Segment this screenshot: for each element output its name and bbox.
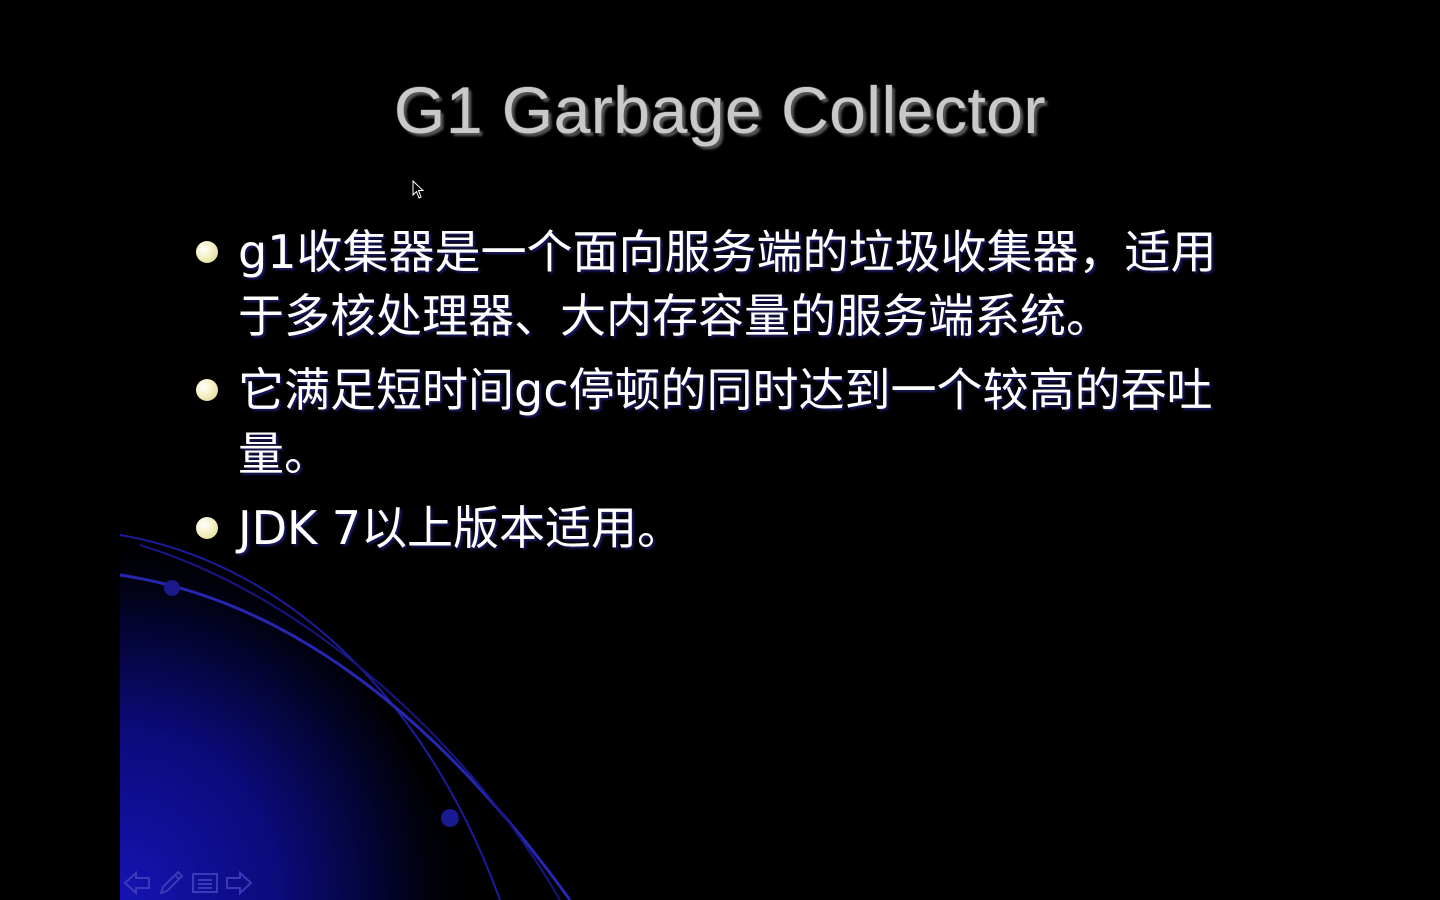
mouse-cursor-icon xyxy=(412,180,425,199)
next-slide-button[interactable] xyxy=(224,868,254,898)
previous-arrow-icon xyxy=(123,871,150,895)
bullet-item: JDK 7以上版本适用。 xyxy=(188,496,1248,560)
bullet-text: g1收集器是一个面向服务端的垃圾收集器，适用于多核处理器、大内存容量的服务端系统… xyxy=(238,225,1217,343)
presentation-window: G1 Garbage Collector g1收集器是一个面向服务端的垃圾收集器… xyxy=(0,0,1440,900)
bullet-icon xyxy=(196,517,218,539)
bullet-list: g1收集器是一个面向服务端的垃圾收集器，适用于多核处理器、大内存容量的服务端系统… xyxy=(188,220,1248,570)
slide: G1 Garbage Collector g1收集器是一个面向服务端的垃圾收集器… xyxy=(120,0,1320,900)
slide-menu-button[interactable] xyxy=(190,868,220,898)
previous-slide-button[interactable] xyxy=(122,868,152,898)
slideshow-navigation xyxy=(122,868,254,898)
menu-icon xyxy=(192,873,218,893)
bullet-item: g1收集器是一个面向服务端的垃圾收集器，适用于多核处理器、大内存容量的服务端系统… xyxy=(188,220,1248,348)
bullet-item: 它满足短时间gc停顿的同时达到一个较高的吞吐量。 xyxy=(188,358,1248,486)
bullet-text: JDK 7以上版本适用。 xyxy=(238,501,684,555)
bullet-icon xyxy=(196,379,218,401)
pen-icon xyxy=(159,870,184,895)
bullet-icon xyxy=(196,241,218,263)
next-arrow-icon xyxy=(226,871,253,895)
slide-title: G1 Garbage Collector xyxy=(394,73,1046,147)
pen-button[interactable] xyxy=(156,868,186,898)
bullet-text: 它满足短时间gc停顿的同时达到一个较高的吞吐量。 xyxy=(238,363,1213,481)
